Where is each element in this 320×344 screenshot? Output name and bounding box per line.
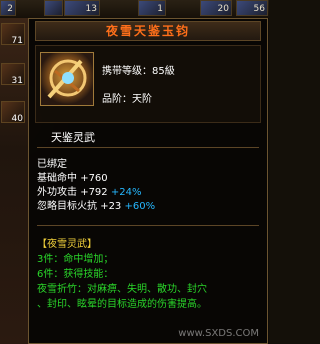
top-item-count-6: 56 bbox=[253, 4, 265, 14]
bind-status: 已绑定 bbox=[37, 159, 67, 170]
top-item-slot-5[interactable]: 20 bbox=[200, 0, 232, 16]
left-item-count-3: 40 bbox=[11, 114, 23, 124]
set-bonus-6: 6件：获得技能： bbox=[37, 269, 114, 280]
top-item-count-3: 13 bbox=[85, 4, 97, 14]
item-icon[interactable] bbox=[40, 52, 94, 106]
stat-attack: 外功攻击 +792 +24% bbox=[37, 183, 141, 198]
tooltip-divider bbox=[37, 147, 259, 148]
left-item-bar: 71 31 40 bbox=[0, 18, 28, 344]
set-skill-line-2: 、封印、眩晕的目标造成的伤害提高。 bbox=[37, 299, 207, 310]
stat-fire-ignore-label: 忽略目标火抗 bbox=[37, 201, 97, 212]
item-grade-line: 品阶：天阶 bbox=[102, 94, 152, 105]
stat-fire-ignore-value: +23 bbox=[100, 201, 122, 212]
top-item-count-5: 20 bbox=[217, 4, 229, 14]
top-item-slot-3[interactable]: 13 bbox=[64, 0, 100, 16]
top-item-slot-2[interactable] bbox=[44, 0, 63, 16]
left-item-slot-2[interactable]: 31 bbox=[1, 63, 25, 86]
item-name: 夜雪天鉴玉钧 bbox=[105, 24, 190, 38]
item-tooltip: 夜雪天鉴玉钧 携带等级：85級 品阶：天阶 天鉴灵武 已绑定 基础命中 +760… bbox=[28, 18, 268, 344]
left-item-count-1: 71 bbox=[11, 36, 23, 46]
item-header: 携带等级：85級 品阶：天阶 bbox=[35, 45, 261, 123]
top-item-count-1: 2 bbox=[7, 4, 13, 14]
left-item-slot-1[interactable]: 71 bbox=[1, 23, 25, 46]
set-name: 【夜雪灵武】 bbox=[37, 239, 97, 250]
stat-fire-ignore-bonus: +60% bbox=[124, 201, 156, 212]
set-bonus-3: 3件：命中增加； bbox=[37, 254, 114, 265]
watermark: www.SXDS.COM bbox=[178, 328, 259, 339]
top-item-bar: 2 13 1 20 56 bbox=[0, 0, 269, 19]
stat-fire-ignore: 忽略目标火抗 +23 +60% bbox=[37, 197, 155, 212]
item-subtitle: 天鉴灵武 bbox=[51, 131, 95, 144]
top-item-slot-1[interactable]: 2 bbox=[0, 0, 16, 16]
item-level-line: 携带等级：85級 bbox=[102, 66, 175, 77]
tooltip-divider-set bbox=[37, 225, 259, 226]
top-item-count-4: 1 bbox=[157, 4, 163, 14]
tooltip-title-bar: 夜雪天鉴玉钧 bbox=[35, 21, 261, 41]
top-item-slot-6[interactable]: 56 bbox=[236, 0, 268, 16]
top-item-slot-4[interactable]: 1 bbox=[138, 0, 166, 16]
stat-hit: 基础命中 +760 bbox=[37, 169, 108, 184]
left-item-slot-3[interactable]: 40 bbox=[1, 101, 25, 124]
left-item-count-2: 31 bbox=[11, 76, 23, 86]
set-skill-line-1: 夜雪折竹：对麻痹、失明、散功、封穴 bbox=[37, 284, 207, 295]
weapon-icon bbox=[47, 59, 87, 99]
